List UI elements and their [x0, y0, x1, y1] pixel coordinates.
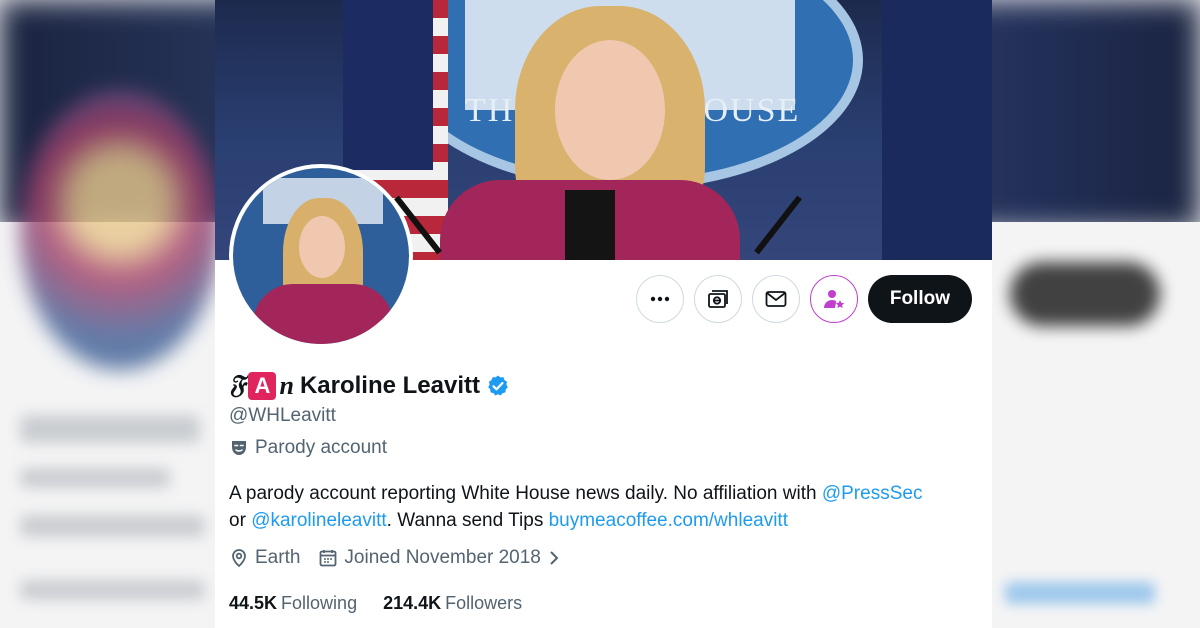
profile-card: THE WHITE HOUSE Follow 𝔉: [215, 0, 992, 628]
banner-microphone: [754, 195, 802, 255]
location-item: Earth: [229, 547, 300, 569]
bio-text: or: [229, 510, 252, 531]
grok-button[interactable]: [693, 275, 742, 323]
profile-bio: A parody account reporting White House n…: [229, 480, 979, 534]
follow-stats: 44.5K Following 214.4K Followers: [229, 593, 522, 614]
subscribe-person-star-icon: [823, 290, 845, 308]
name-prefix-emojis: 𝔉 A n: [229, 370, 294, 401]
following-stat[interactable]: 44.5K Following: [229, 593, 357, 614]
location-pin-icon: [232, 549, 246, 568]
message-button[interactable]: [751, 275, 800, 323]
joined-item[interactable]: Joined November 2018: [318, 547, 560, 569]
profile-meta: Earth Joined November 2018: [229, 547, 561, 569]
blurred-avatar: [20, 90, 220, 370]
location-text: Earth: [255, 547, 301, 568]
following-label: Following: [281, 593, 358, 613]
blurred-text-line: [20, 415, 200, 443]
follow-button[interactable]: Follow: [867, 275, 972, 323]
display-name-row: 𝔉 A n Karoline Leavitt: [229, 370, 510, 401]
envelope-icon: [765, 291, 787, 307]
bio-text: A parody account reporting White House n…: [229, 483, 822, 504]
mention-link-karolineleavitt[interactable]: @karolineleavitt: [251, 510, 386, 531]
avatar-face: [299, 216, 345, 278]
profile-avatar[interactable]: [229, 164, 413, 348]
mention-link-presssec[interactable]: @PressSec: [822, 483, 923, 504]
followers-count: 214.4K: [383, 593, 442, 613]
more-button[interactable]: [635, 275, 684, 323]
more-dots-icon: [650, 296, 670, 302]
banner-person-shirt: [565, 190, 615, 260]
blurred-text-line: [20, 468, 170, 488]
blurred-text-line: [20, 580, 205, 600]
followers-stat[interactable]: 214.4K Followers: [383, 593, 522, 614]
bio-text: . Wanna send Tips: [386, 510, 549, 531]
joined-text: Joined November 2018: [344, 547, 541, 568]
bio-website-link[interactable]: buymeacoffee.com/whleavitt: [549, 510, 788, 531]
blurred-follow-button: [1010, 262, 1160, 326]
following-count: 44.5K: [229, 593, 278, 613]
followers-label: Followers: [445, 593, 523, 613]
blurred-text-line: [20, 515, 205, 537]
profile-handle: @WHLeavitt: [229, 405, 336, 426]
blurred-link-line: [1005, 582, 1155, 604]
display-name: Karoline Leavitt: [299, 371, 480, 399]
parody-label: Parody account: [229, 437, 387, 459]
fancy-f-glyph: 𝔉: [229, 370, 246, 399]
parody-text: Parody account: [255, 437, 388, 458]
avatar-jacket: [253, 284, 393, 344]
fancy-n-glyph: n: [279, 370, 294, 400]
banner-curtain: [882, 0, 992, 260]
subscribe-button[interactable]: [809, 275, 858, 323]
verified-badge-icon[interactable]: [486, 374, 510, 398]
calendar-icon: [320, 550, 337, 567]
grok-icon: [707, 290, 728, 308]
banner-flag-canton: [343, 0, 433, 170]
banner-person-face: [555, 40, 665, 180]
parody-mask-icon: [232, 441, 246, 455]
red-a-badge: A: [248, 371, 277, 400]
profile-actions: Follow: [635, 275, 972, 323]
chevron-right-icon: [550, 551, 559, 565]
